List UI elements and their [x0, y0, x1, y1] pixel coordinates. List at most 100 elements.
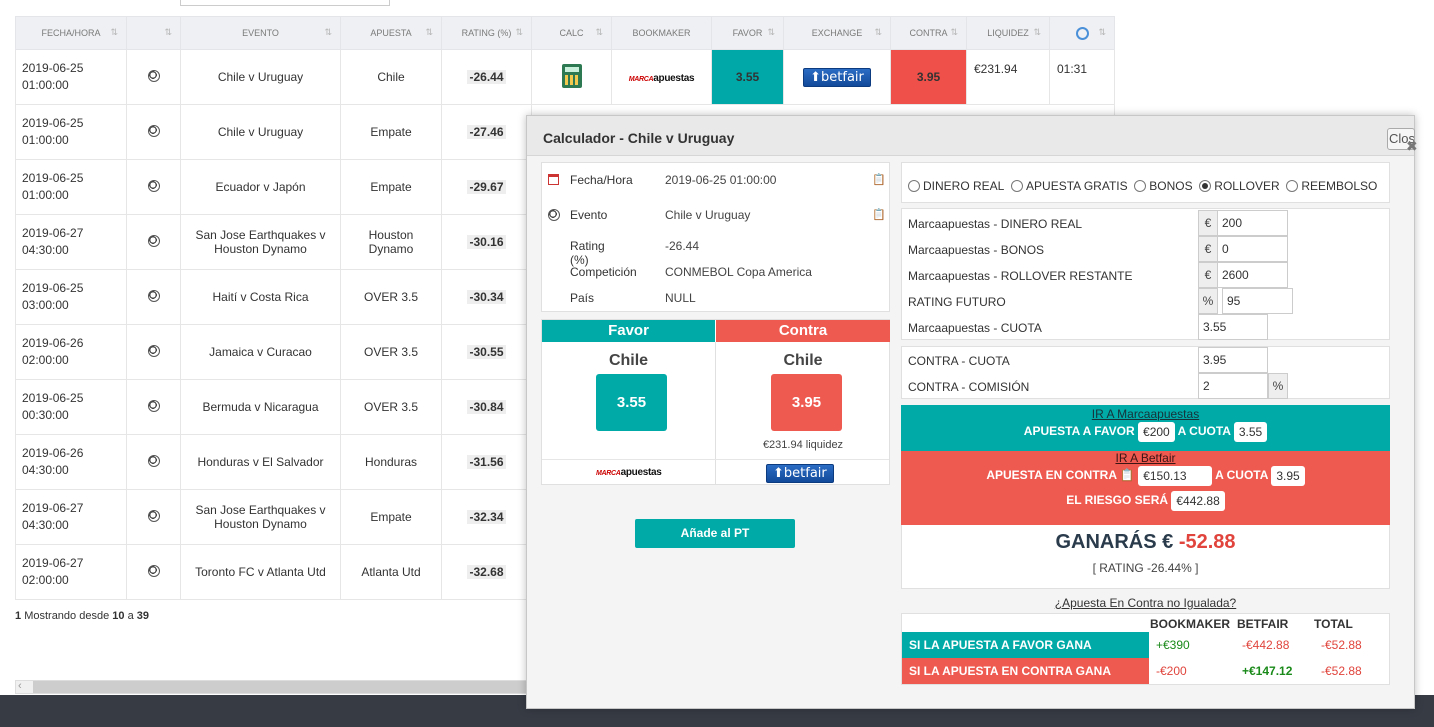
rating-cell: -30.16 — [441, 214, 532, 270]
liquidez-cell: €231.94 — [966, 49, 1050, 105]
col-rating[interactable]: RATING (%) ⇅ — [441, 16, 532, 50]
rollover-label: Marcaapuestas - ROLLOVER RESTANTE — [908, 269, 1133, 283]
soccer-ball-icon — [147, 124, 160, 137]
radio-bonos[interactable]: BONOS — [1134, 179, 1193, 193]
scroll-left-icon[interactable]: ‹ — [18, 680, 22, 692]
sport-cell — [126, 214, 181, 270]
table-header-row: FECHA/HORA ⇅ ⇅ EVENTO ⇅ APUESTA ⇅ RATING (%… — [15, 16, 1115, 50]
radio-icon[interactable] — [1286, 180, 1299, 192]
go-marcaapuestas-link[interactable]: IR A Marcaapuestas — [901, 407, 1390, 421]
sort-icon[interactable]: ⇅ — [595, 27, 603, 38]
bonos-input[interactable]: 0 — [1217, 236, 1288, 262]
soccer-ball-icon — [147, 564, 160, 577]
rating-cell: -31.56 — [441, 434, 532, 490]
add-to-pt-button[interactable]: Añade al PT — [635, 519, 795, 548]
col-clock[interactable]: ⇅ — [1049, 16, 1115, 50]
marcaapuestas-logo[interactable]: MARCAapuestas — [596, 467, 662, 478]
col-exchange[interactable]: EXCHANGE ⇅ — [783, 16, 891, 50]
radio-icon[interactable] — [908, 180, 920, 192]
calculator-icon[interactable] — [561, 63, 582, 88]
date-cell: 2019-06-26 04:30:00 — [15, 434, 127, 490]
fecha-label: Fecha/Hora — [570, 173, 633, 187]
col-evento[interactable]: EVENTO ⇅ — [180, 16, 341, 50]
bonos-label: Marcaapuestas - BONOS — [908, 243, 1045, 257]
scrollbar-thumb[interactable] — [33, 681, 528, 693]
favor-cuota: 3.55 — [1233, 422, 1268, 442]
col-fecha[interactable]: FECHA/HORA ⇅ — [15, 16, 127, 50]
betfair-logo[interactable]: ⬆betfair — [803, 67, 871, 87]
soccer-ball-icon — [147, 234, 160, 247]
table-row[interactable]: 2019-06-25 01:00:00 Chile v Uruguay Chile… — [15, 49, 1115, 105]
a-cuota-label: A CUOTA — [1215, 468, 1268, 483]
riesgo-amount: €442.88 — [1171, 491, 1225, 511]
summary-header-bookmaker: BOOKMAKER — [1150, 617, 1230, 631]
unmatched-link[interactable]: ¿Apuesta En Contra no Igualada? — [901, 596, 1390, 610]
radio-icon[interactable] — [1134, 180, 1147, 192]
col-apuesta[interactable]: APUESTA ⇅ — [340, 16, 442, 50]
favor-odds-box[interactable]: 3.55 — [596, 374, 667, 431]
favor-amount: €200 — [1138, 422, 1175, 442]
marcaapuestas-logo[interactable]: MARCAapuestas — [629, 73, 695, 84]
contra-odds-cell[interactable]: 3.95 — [890, 49, 967, 105]
sort-icon[interactable]: ⇅ — [164, 27, 172, 38]
contra-odds-box[interactable]: 3.95 — [771, 374, 842, 431]
sort-icon[interactable]: ⇅ — [324, 27, 332, 38]
sort-icon[interactable]: ⇅ — [110, 27, 118, 38]
col-calc[interactable]: CALC ⇅ — [531, 16, 612, 50]
apuesta-favor-label: APUESTA A FAVOR — [1023, 424, 1135, 439]
betfair-logo[interactable]: ⬆betfair — [766, 464, 834, 483]
col-bookmaker[interactable]: BOOKMAKER — [611, 16, 712, 50]
contra-cuota-input[interactable]: 3.95 — [1198, 347, 1268, 373]
comision-input[interactable]: 2 — [1198, 373, 1268, 399]
rating-cell: -27.46 — [441, 104, 532, 160]
radio-icon[interactable] — [1199, 180, 1212, 192]
summary-row-contra-label: SI LA APUESTA EN CONTRA GANA — [902, 658, 1149, 684]
bookmaker-cell[interactable]: MARCAapuestas — [611, 49, 712, 105]
sport-cell — [126, 324, 181, 380]
sort-icon[interactable]: ⇅ — [767, 27, 775, 38]
date-cell: 2019-06-25 00:30:00 — [15, 379, 127, 435]
favor-header: Favor — [542, 320, 715, 342]
cuota-label: Marcaapuestas - CUOTA — [908, 321, 1042, 335]
rating-label: Rating (%) — [570, 239, 605, 267]
copy-icon[interactable]: 📋 — [872, 208, 886, 221]
radio-dinero-real[interactable]: DINERO REAL — [908, 179, 1004, 193]
soccer-ball-icon — [147, 69, 160, 82]
sort-icon[interactable]: ⇅ — [1098, 27, 1106, 38]
bet-cell: Atlanta Utd — [340, 544, 442, 600]
copy-icon[interactable]: 📋 — [1120, 468, 1135, 482]
riesgo-label: EL RIESGO SERÁ — [1066, 493, 1169, 508]
sort-icon[interactable]: ⇅ — [950, 27, 958, 38]
favor-odds-cell[interactable]: 3.55 — [711, 49, 784, 105]
copy-icon[interactable]: 📋 — [872, 173, 886, 186]
pagination-info: 1 Mostrando desde 10 a 39 — [15, 610, 149, 622]
sort-icon[interactable]: ⇅ — [425, 27, 433, 38]
summary-favor-betfair: -€442.88 — [1242, 638, 1290, 652]
sort-icon[interactable]: ⇅ — [874, 27, 882, 38]
profit-panel: GANARÁS € -52.88 [ RATING -26.44% ] — [901, 525, 1390, 589]
radio-apuesta-gratis[interactable]: APUESTA GRATIS — [1011, 179, 1128, 193]
rating-cell: -30.34 — [441, 269, 532, 325]
radio-rollover[interactable]: ROLLOVER — [1199, 179, 1280, 193]
calc-cell[interactable] — [531, 49, 612, 105]
search-box-edge[interactable] — [180, 0, 390, 6]
exchange-cell[interactable]: ⬆betfair — [783, 49, 891, 105]
col-sport[interactable]: ⇅ — [126, 16, 181, 50]
date-cell: 2019-06-27 02:00:00 — [15, 544, 127, 600]
bet-cell: Empate — [340, 489, 442, 545]
radio-icon[interactable] — [1011, 180, 1024, 192]
rollover-input[interactable]: 2600 — [1217, 262, 1288, 288]
col-favor[interactable]: FAVOR ⇅ — [711, 16, 784, 50]
summary-header-total: TOTAL — [1314, 617, 1353, 631]
soccer-ball-icon — [147, 344, 160, 357]
radio-reembolso[interactable]: REEMBOLSO — [1286, 179, 1377, 193]
go-betfair-link[interactable]: IR A Betfair — [901, 451, 1390, 465]
close-icon[interactable]: ✖ — [1406, 138, 1418, 155]
rating-futuro-input[interactable]: 95 — [1222, 288, 1293, 314]
col-contra[interactable]: CONTRA ⇅ — [890, 16, 967, 50]
cuota-input[interactable]: 3.55 — [1198, 314, 1268, 340]
col-liquidez[interactable]: LIQUIDEZ ⇅ — [966, 16, 1050, 50]
sort-icon[interactable]: ⇅ — [515, 27, 523, 38]
dinero-input[interactable]: 200 — [1217, 210, 1288, 236]
sort-icon[interactable]: ⇅ — [1033, 27, 1041, 38]
